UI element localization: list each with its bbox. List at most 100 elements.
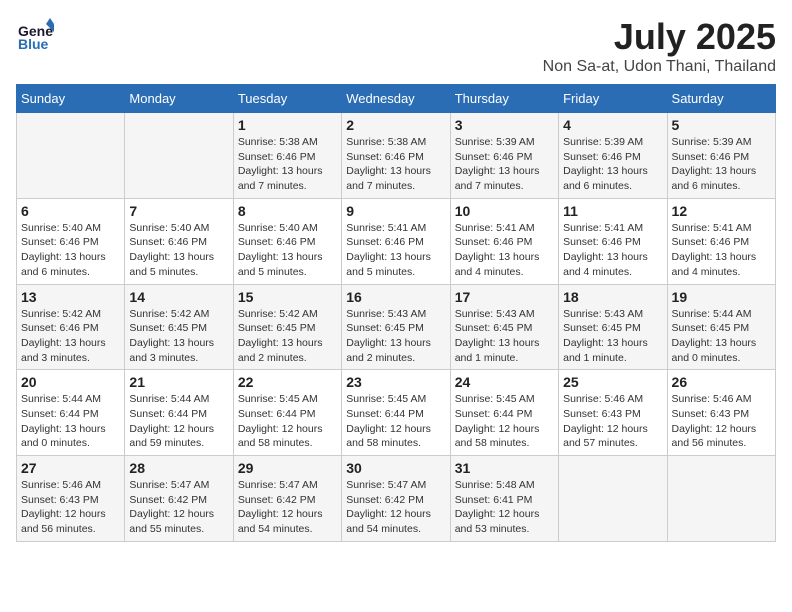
day-number: 2 — [346, 117, 445, 133]
day-detail: Sunrise: 5:48 AM Sunset: 6:41 PM Dayligh… — [455, 478, 554, 537]
day-detail: Sunrise: 5:45 AM Sunset: 6:44 PM Dayligh… — [455, 392, 554, 451]
day-number: 8 — [238, 203, 337, 219]
day-number: 17 — [455, 289, 554, 305]
day-number: 18 — [563, 289, 662, 305]
day-detail: Sunrise: 5:46 AM Sunset: 6:43 PM Dayligh… — [672, 392, 771, 451]
day-detail: Sunrise: 5:47 AM Sunset: 6:42 PM Dayligh… — [129, 478, 228, 537]
calendar-cell: 26 Sunrise: 5:46 AM Sunset: 6:43 PM Dayli… — [667, 370, 775, 456]
calendar-cell: 23 Sunrise: 5:45 AM Sunset: 6:44 PM Dayli… — [342, 370, 450, 456]
day-detail: Sunrise: 5:41 AM Sunset: 6:46 PM Dayligh… — [563, 221, 662, 280]
day-number: 26 — [672, 374, 771, 390]
calendar-cell — [559, 456, 667, 542]
day-detail: Sunrise: 5:44 AM Sunset: 6:45 PM Dayligh… — [672, 307, 771, 366]
day-number: 11 — [563, 203, 662, 219]
calendar-cell: 18 Sunrise: 5:43 AM Sunset: 6:45 PM Dayli… — [559, 284, 667, 370]
day-number: 21 — [129, 374, 228, 390]
calendar-cell: 16 Sunrise: 5:43 AM Sunset: 6:45 PM Dayli… — [342, 284, 450, 370]
calendar-cell: 19 Sunrise: 5:44 AM Sunset: 6:45 PM Dayli… — [667, 284, 775, 370]
day-detail: Sunrise: 5:43 AM Sunset: 6:45 PM Dayligh… — [563, 307, 662, 366]
header-tuesday: Tuesday — [233, 85, 341, 113]
day-number: 25 — [563, 374, 662, 390]
day-number: 24 — [455, 374, 554, 390]
day-detail: Sunrise: 5:38 AM Sunset: 6:46 PM Dayligh… — [238, 135, 337, 194]
day-detail: Sunrise: 5:45 AM Sunset: 6:44 PM Dayligh… — [238, 392, 337, 451]
svg-text:Blue: Blue — [18, 36, 49, 52]
calendar-cell: 4 Sunrise: 5:39 AM Sunset: 6:46 PM Daylig… — [559, 113, 667, 199]
day-number: 28 — [129, 460, 228, 476]
day-number: 19 — [672, 289, 771, 305]
day-number: 5 — [672, 117, 771, 133]
day-detail: Sunrise: 5:41 AM Sunset: 6:46 PM Dayligh… — [672, 221, 771, 280]
day-number: 7 — [129, 203, 228, 219]
day-detail: Sunrise: 5:41 AM Sunset: 6:46 PM Dayligh… — [346, 221, 445, 280]
day-detail: Sunrise: 5:43 AM Sunset: 6:45 PM Dayligh… — [455, 307, 554, 366]
day-detail: Sunrise: 5:39 AM Sunset: 6:46 PM Dayligh… — [455, 135, 554, 194]
calendar-cell: 29Sunrise: 5:47 AM Sunset: 6:42 PM Dayli… — [233, 456, 341, 542]
day-number: 27 — [21, 460, 120, 476]
calendar-cell: 5Sunrise: 5:39 AM Sunset: 6:46 PM Daylig… — [667, 113, 775, 199]
week-row-1: 1Sunrise: 5:38 AM Sunset: 6:46 PM Daylig… — [17, 113, 776, 199]
header-wednesday: Wednesday — [342, 85, 450, 113]
week-row-2: 6Sunrise: 5:40 AM Sunset: 6:46 PM Daylig… — [17, 198, 776, 284]
day-number: 16 — [346, 289, 445, 305]
day-detail: Sunrise: 5:40 AM Sunset: 6:46 PM Dayligh… — [238, 221, 337, 280]
day-detail: Sunrise: 5:47 AM Sunset: 6:42 PM Dayligh… — [238, 478, 337, 537]
header-monday: Monday — [125, 85, 233, 113]
day-detail: Sunrise: 5:45 AM Sunset: 6:44 PM Dayligh… — [346, 392, 445, 451]
day-number: 22 — [238, 374, 337, 390]
calendar-cell: 2 Sunrise: 5:38 AM Sunset: 6:46 PM Daylig… — [342, 113, 450, 199]
calendar-cell: 30 Sunrise: 5:47 AM Sunset: 6:42 PM Dayli… — [342, 456, 450, 542]
calendar-cell: 22 Sunrise: 5:45 AM Sunset: 6:44 PM Dayli… — [233, 370, 341, 456]
day-detail: Sunrise: 5:39 AM Sunset: 6:46 PM Dayligh… — [563, 135, 662, 194]
logo-icon: General Blue — [16, 16, 54, 59]
title-area: July 2025 Non Sa-at, Udon Thani, Thailan… — [543, 16, 776, 76]
calendar-cell: 11 Sunrise: 5:41 AM Sunset: 6:46 PM Dayli… — [559, 198, 667, 284]
day-detail: Sunrise: 5:38 AM Sunset: 6:46 PM Dayligh… — [346, 135, 445, 194]
month-year-title: July 2025 — [543, 16, 776, 58]
calendar-cell — [667, 456, 775, 542]
week-row-5: 27 Sunrise: 5:46 AM Sunset: 6:43 PM Dayli… — [17, 456, 776, 542]
calendar-cell: 21 Sunrise: 5:44 AM Sunset: 6:44 PM Dayli… — [125, 370, 233, 456]
header-thursday: Thursday — [450, 85, 558, 113]
calendar-cell: 20Sunrise: 5:44 AM Sunset: 6:44 PM Dayli… — [17, 370, 125, 456]
day-detail: Sunrise: 5:43 AM Sunset: 6:45 PM Dayligh… — [346, 307, 445, 366]
day-detail: Sunrise: 5:44 AM Sunset: 6:44 PM Dayligh… — [129, 392, 228, 451]
calendar-cell: 3 Sunrise: 5:39 AM Sunset: 6:46 PM Daylig… — [450, 113, 558, 199]
day-detail: Sunrise: 5:44 AM Sunset: 6:44 PM Dayligh… — [21, 392, 120, 451]
day-number: 30 — [346, 460, 445, 476]
day-number: 3 — [455, 117, 554, 133]
day-detail: Sunrise: 5:46 AM Sunset: 6:43 PM Dayligh… — [21, 478, 120, 537]
day-detail: Sunrise: 5:47 AM Sunset: 6:42 PM Dayligh… — [346, 478, 445, 537]
calendar-cell: 24 Sunrise: 5:45 AM Sunset: 6:44 PM Dayli… — [450, 370, 558, 456]
day-number: 23 — [346, 374, 445, 390]
page-header: General Blue July 2025 Non Sa-at, Udon T… — [16, 16, 776, 76]
day-detail: Sunrise: 5:46 AM Sunset: 6:43 PM Dayligh… — [563, 392, 662, 451]
calendar-cell: 17 Sunrise: 5:43 AM Sunset: 6:45 PM Dayli… — [450, 284, 558, 370]
calendar-cell: 1Sunrise: 5:38 AM Sunset: 6:46 PM Daylig… — [233, 113, 341, 199]
location-subtitle: Non Sa-at, Udon Thani, Thailand — [543, 58, 776, 76]
day-number: 10 — [455, 203, 554, 219]
logo: General Blue — [16, 16, 54, 59]
calendar-cell: 13Sunrise: 5:42 AM Sunset: 6:46 PM Dayli… — [17, 284, 125, 370]
calendar-cell — [125, 113, 233, 199]
day-number: 15 — [238, 289, 337, 305]
header-sunday: Sunday — [17, 85, 125, 113]
day-detail: Sunrise: 5:42 AM Sunset: 6:46 PM Dayligh… — [21, 307, 120, 366]
day-number: 14 — [129, 289, 228, 305]
calendar-cell: 9Sunrise: 5:41 AM Sunset: 6:46 PM Daylig… — [342, 198, 450, 284]
header-saturday: Saturday — [667, 85, 775, 113]
day-detail: Sunrise: 5:40 AM Sunset: 6:46 PM Dayligh… — [21, 221, 120, 280]
calendar-cell: 28 Sunrise: 5:47 AM Sunset: 6:42 PM Dayli… — [125, 456, 233, 542]
day-number: 31 — [455, 460, 554, 476]
calendar-cell: 14Sunrise: 5:42 AM Sunset: 6:45 PM Dayli… — [125, 284, 233, 370]
week-row-3: 13Sunrise: 5:42 AM Sunset: 6:46 PM Dayli… — [17, 284, 776, 370]
day-detail: Sunrise: 5:40 AM Sunset: 6:46 PM Dayligh… — [129, 221, 228, 280]
calendar-cell: 10Sunrise: 5:41 AM Sunset: 6:46 PM Dayli… — [450, 198, 558, 284]
calendar-cell: 25 Sunrise: 5:46 AM Sunset: 6:43 PM Dayli… — [559, 370, 667, 456]
day-number: 4 — [563, 117, 662, 133]
day-detail: Sunrise: 5:42 AM Sunset: 6:45 PM Dayligh… — [238, 307, 337, 366]
weekday-header-row: SundayMondayTuesdayWednesdayThursdayFrid… — [17, 85, 776, 113]
calendar-cell: 7 Sunrise: 5:40 AM Sunset: 6:46 PM Daylig… — [125, 198, 233, 284]
calendar-cell: 8 Sunrise: 5:40 AM Sunset: 6:46 PM Daylig… — [233, 198, 341, 284]
calendar-cell: 15 Sunrise: 5:42 AM Sunset: 6:45 PM Dayli… — [233, 284, 341, 370]
